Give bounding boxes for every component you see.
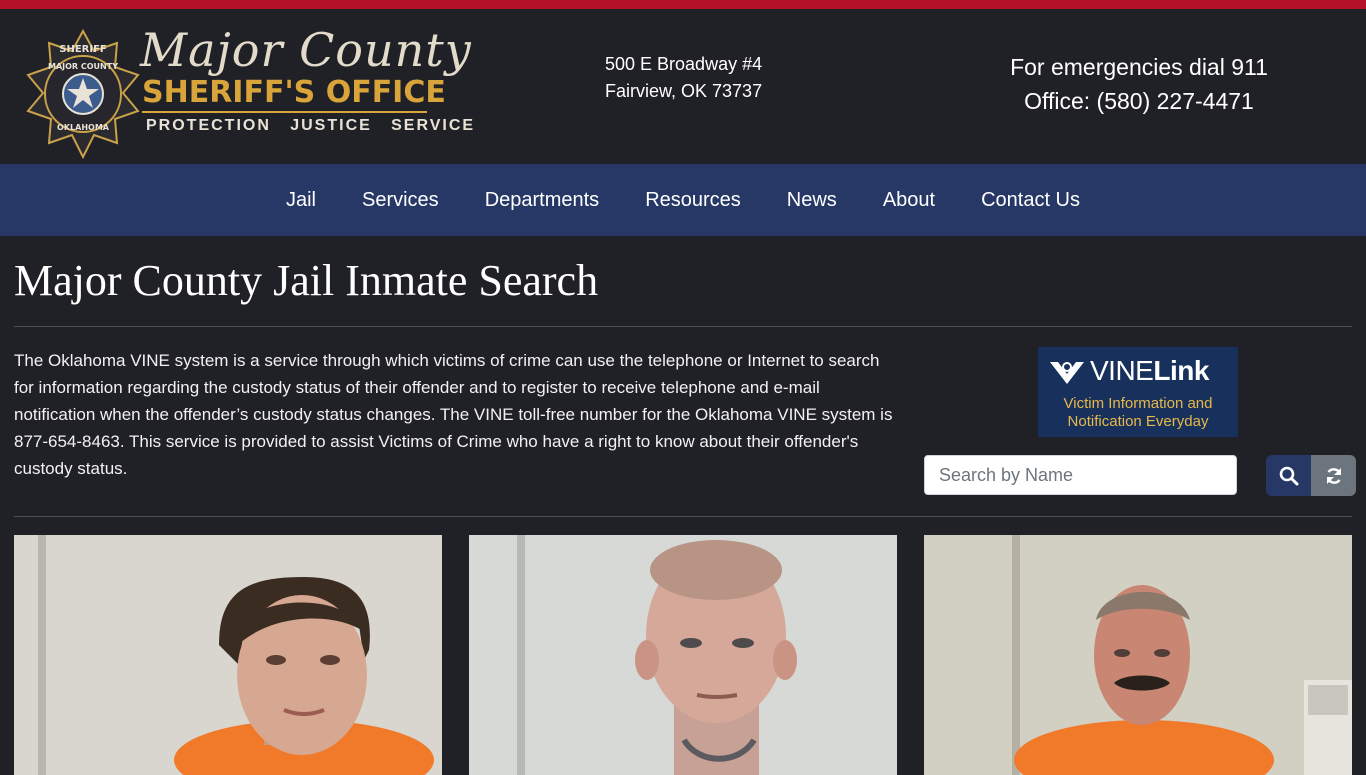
- intro-section: The Oklahoma VINE system is a service th…: [14, 327, 1356, 516]
- logo-script-text: Major County: [140, 23, 472, 77]
- logo-divider: [142, 111, 427, 113]
- logo-tagline: PROTECTION JUSTICE SERVICE: [146, 117, 476, 134]
- badge-ring-text: MAJOR COUNTY: [48, 62, 118, 71]
- office-address: 500 E Broadway #4 Fairview, OK 73737: [605, 51, 762, 105]
- search-button[interactable]: [1266, 455, 1311, 496]
- search-icon: [1279, 466, 1298, 485]
- inmate-photo: [469, 535, 897, 775]
- search-input[interactable]: [924, 455, 1237, 495]
- address-line-2: Fairview, OK 73737: [605, 81, 763, 101]
- refresh-icon: [1326, 467, 1341, 484]
- inmate-grid: [14, 517, 1352, 775]
- badge-top-text: SHERIFF: [59, 44, 107, 55]
- inmate-photo: [924, 535, 1352, 775]
- nav-news[interactable]: News: [787, 189, 837, 212]
- sheriff-logo[interactable]: SHERIFF MAJOR COUNTY OKLAHOMA Major Coun…: [24, 23, 473, 163]
- main-nav: Jail Services Departments Resources News…: [0, 164, 1366, 236]
- office-phone[interactable]: Office: (580) 227-4471: [980, 84, 1298, 118]
- nav-contact-us[interactable]: Contact Us: [981, 189, 1080, 212]
- vine-brand-b: Link: [1153, 355, 1209, 386]
- nav-jail[interactable]: Jail: [286, 189, 316, 212]
- vine-subtitle: Victim Information and Notification Ever…: [1038, 395, 1238, 431]
- address-line-1: 500 E Broadway #4: [605, 54, 763, 74]
- inmate-photo: [14, 535, 442, 775]
- vine-brand: VINELink: [1090, 355, 1209, 387]
- nav-departments[interactable]: Departments: [485, 189, 600, 212]
- vine-subtitle-line-2: Notification Everyday: [1067, 413, 1209, 430]
- contact-info: For emergencies dial 911 Office: (580) 2…: [980, 50, 1298, 118]
- nav-services[interactable]: Services: [362, 189, 439, 212]
- main-content: Major County Jail Inmate Search The Okla…: [0, 236, 1366, 775]
- site-header: SHERIFF MAJOR COUNTY OKLAHOMA Major Coun…: [0, 9, 1366, 164]
- page-title: Major County Jail Inmate Search: [14, 256, 599, 305]
- sheriff-badge-icon: SHERIFF MAJOR COUNTY OKLAHOMA: [26, 29, 140, 159]
- top-accent-bar: [0, 0, 1366, 9]
- emergency-text: For emergencies dial 911: [1010, 54, 1268, 80]
- vine-subtitle-line-1: Victim Information and: [1063, 395, 1213, 412]
- inmate-card[interactable]: [14, 535, 442, 775]
- nav-about[interactable]: About: [883, 189, 935, 212]
- nav-resources[interactable]: Resources: [645, 189, 741, 212]
- vine-description: The Oklahoma VINE system is a service th…: [14, 351, 893, 478]
- vinelink-banner[interactable]: VINELink Victim Information and Notifica…: [1038, 347, 1238, 437]
- badge-bottom-text: OKLAHOMA: [57, 123, 110, 132]
- reset-button[interactable]: [1311, 455, 1356, 496]
- logo-office-text: SHERIFF'S OFFICE: [142, 75, 446, 110]
- inmate-card[interactable]: [924, 535, 1352, 775]
- vine-brand-a: VINE: [1090, 355, 1154, 386]
- inmate-card[interactable]: [469, 535, 897, 775]
- vine-logo-icon: [1050, 362, 1084, 384]
